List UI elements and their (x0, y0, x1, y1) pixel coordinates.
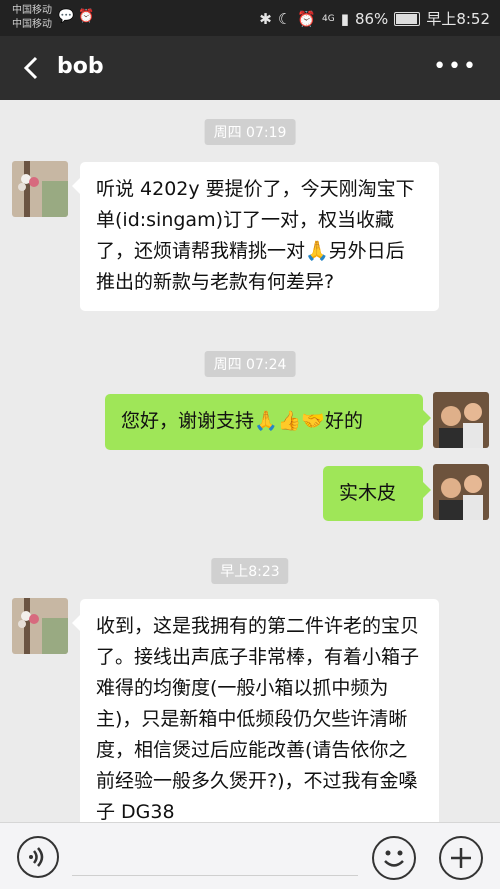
chat-title: bob (57, 54, 104, 79)
moon-icon: ☾ (277, 9, 292, 28)
back-chevron-icon[interactable] (18, 54, 46, 82)
avatar[interactable] (433, 464, 489, 520)
more-dots-icon[interactable]: ••• (433, 54, 478, 79)
chat-area[interactable]: 周四 07:19 听说 4202y 要提价了，今天刚淘宝下单(id:singam… (0, 100, 500, 822)
plus-icon[interactable] (439, 836, 483, 880)
alarm-notify-icon: ⏰ (78, 9, 95, 24)
avatar[interactable] (433, 392, 489, 448)
battery-percent: 86% (354, 9, 389, 28)
message-input[interactable] (72, 875, 358, 876)
carrier-1: 中国移动 (12, 5, 52, 16)
status-right: ✱ ☾ ⏰ 4G ▮ 86% 早上8:52 (259, 8, 490, 29)
network-label: 4G (322, 13, 335, 24)
notification-icons: 💬 ⏰ (58, 9, 95, 24)
avatar[interactable] (12, 598, 68, 654)
status-time: 早上8:52 (426, 10, 490, 28)
message-bubble-outgoing[interactable]: 您好，谢谢支持🙏👍🤝好的 (105, 394, 431, 450)
voice-icon[interactable] (17, 836, 59, 878)
emoji-icon[interactable] (372, 836, 416, 880)
bluetooth-icon: ✱ (259, 9, 272, 28)
alarm-icon: ⏰ (297, 9, 316, 28)
wechat-notify-icon: 💬 (58, 9, 75, 24)
battery-icon (394, 11, 421, 26)
message-bubble-incoming[interactable]: 收到，这是我拥有的第二件许老的宝贝了。接线出声底子非常棒，有着小箱子难得的均衡度… (72, 599, 439, 822)
battery-fill (396, 13, 417, 24)
chat-header: bob ••• (0, 36, 500, 100)
signal-icon: ▮ (340, 9, 349, 28)
avatar[interactable] (12, 161, 68, 217)
status-bar: 中国移动 中国移动 💬 ⏰ ✱ ☾ ⏰ 4G ▮ 86% 早上8:52 (0, 0, 500, 36)
carrier-2: 中国移动 (12, 19, 52, 30)
input-bar (0, 822, 500, 889)
timestamp: 早上8:23 (211, 558, 289, 584)
message-bubble-outgoing[interactable]: 实木皮 (323, 466, 431, 521)
timestamp: 周四 07:24 (204, 351, 296, 377)
timestamp: 周四 07:19 (204, 119, 296, 145)
message-bubble-incoming[interactable]: 听说 4202y 要提价了，今天刚淘宝下单(id:singam)订了一对，权当收… (72, 162, 439, 311)
